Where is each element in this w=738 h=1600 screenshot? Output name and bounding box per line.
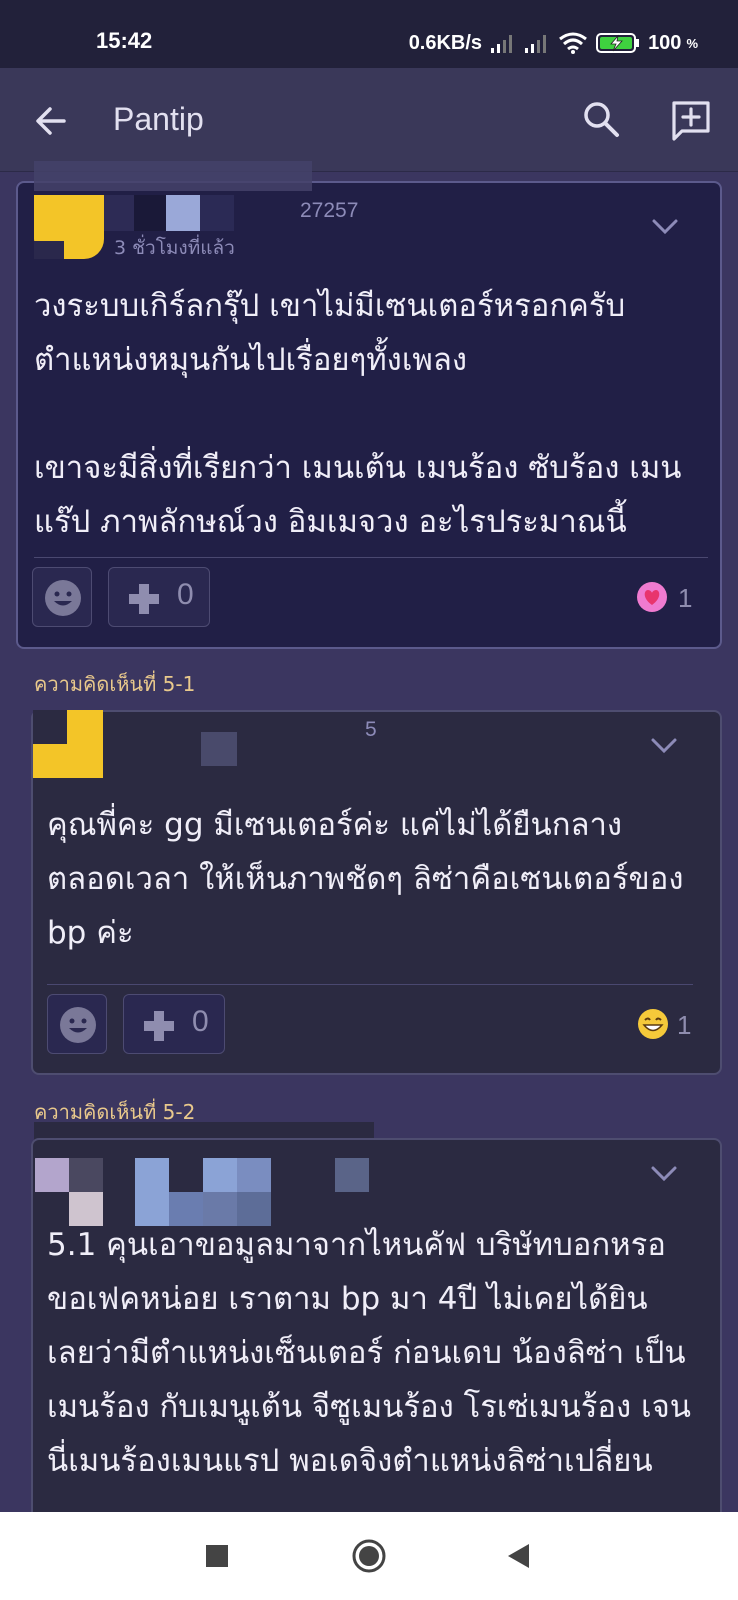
heart-face-icon <box>637 582 667 612</box>
plus-vote-button[interactable]: 0 <box>123 994 225 1054</box>
comment-body: วงระบบเกิร์ลกรุ๊ป เขาไม่มีเซนเตอร์หรอกคร… <box>34 288 682 540</box>
plus-vote-count: 0 <box>192 1005 209 1038</box>
search-icon <box>584 102 619 137</box>
back-button[interactable] <box>30 100 72 142</box>
add-reaction-button[interactable] <box>32 567 92 627</box>
search-button[interactable] <box>580 98 624 142</box>
user-id: 5 <box>365 718 377 741</box>
status-time: 15:42 <box>96 28 153 53</box>
plus-icon <box>144 1011 174 1041</box>
avatar <box>34 195 104 259</box>
signal-icon <box>491 35 513 53</box>
network-speed: 0.6KB/s <box>408 31 483 54</box>
recents-button[interactable] <box>205 1544 229 1568</box>
app-title: Pantip <box>113 101 204 137</box>
username-blurred <box>34 161 312 191</box>
status-indicators: 0.6KB/s 100 % <box>409 28 698 58</box>
system-back-button[interactable] <box>506 1542 532 1570</box>
avatar <box>35 1158 103 1226</box>
reaction-count: 1 <box>677 1010 692 1040</box>
comment-number-label: ความคิดเห็นที่ 5-1 <box>34 672 196 696</box>
comment-menu-button[interactable] <box>648 217 682 237</box>
chevron-down-icon <box>652 219 678 235</box>
user-info-blurred <box>201 732 237 766</box>
recents-square-icon <box>206 1545 228 1567</box>
reaction-count: 1 <box>678 583 693 613</box>
back-triangle-icon <box>508 1544 529 1568</box>
comment-body: คุณพี่คะ gg มีเซนเตอร์ค่ะ แค่ไม่ได้ยืนกล… <box>47 807 684 951</box>
compose-icon <box>672 101 710 141</box>
comment-menu-button[interactable] <box>647 736 681 756</box>
system-nav-bar <box>0 1512 738 1600</box>
divider <box>47 984 693 985</box>
user-id: 27257 <box>300 199 359 222</box>
comment-card: 27257 3 ชั่วโมงที่แล้ว วงระบบเกิร์ลกรุ๊ป… <box>16 161 722 649</box>
plus-vote-count: 0 <box>177 578 194 611</box>
back-arrow-icon <box>36 107 66 135</box>
comment-menu-button[interactable] <box>647 1164 681 1184</box>
avatar <box>33 710 103 778</box>
plus-vote-button[interactable]: 0 <box>108 567 210 627</box>
smiley-icon <box>60 1007 96 1043</box>
add-reaction-button[interactable] <box>47 994 107 1054</box>
smiley-icon <box>45 580 81 616</box>
user-info-blurred <box>135 1158 375 1226</box>
chevron-down-icon <box>651 1166 677 1182</box>
app-bar: Pantip <box>0 68 738 172</box>
divider <box>34 557 708 558</box>
battery-charging-icon <box>596 33 640 53</box>
home-circle-icon <box>352 1539 386 1573</box>
plus-icon <box>129 584 159 614</box>
new-topic-button[interactable] <box>668 98 714 144</box>
status-bar: 15:42 0.6KB/s 100 % <box>0 0 738 68</box>
comment-body: 5.1 คุนเอาขอมูลมาจากไหนคัฟ บริษัทบอกหรอ … <box>47 1227 691 1479</box>
grin-icon <box>638 1009 668 1039</box>
chevron-down-icon <box>651 738 677 754</box>
comment-card: 5.1 คุนเอาขอมูลมาจากไหนคัฟ บริษัทบอกหรอ … <box>31 1138 722 1518</box>
comment-time: 3 ชั่วโมงที่แล้ว <box>114 237 235 259</box>
comment-card: 5 คุณพี่คะ gg มีเซนเตอร์ค่ะ แค่ไม่ได้ยืน… <box>31 710 722 1075</box>
wifi-icon <box>559 32 587 54</box>
user-info-blurred <box>104 195 254 231</box>
battery-percent: 100 <box>648 31 682 54</box>
signal-icon-2 <box>525 35 547 53</box>
battery-percent-sign: % <box>686 35 698 51</box>
home-button[interactable] <box>351 1538 387 1574</box>
